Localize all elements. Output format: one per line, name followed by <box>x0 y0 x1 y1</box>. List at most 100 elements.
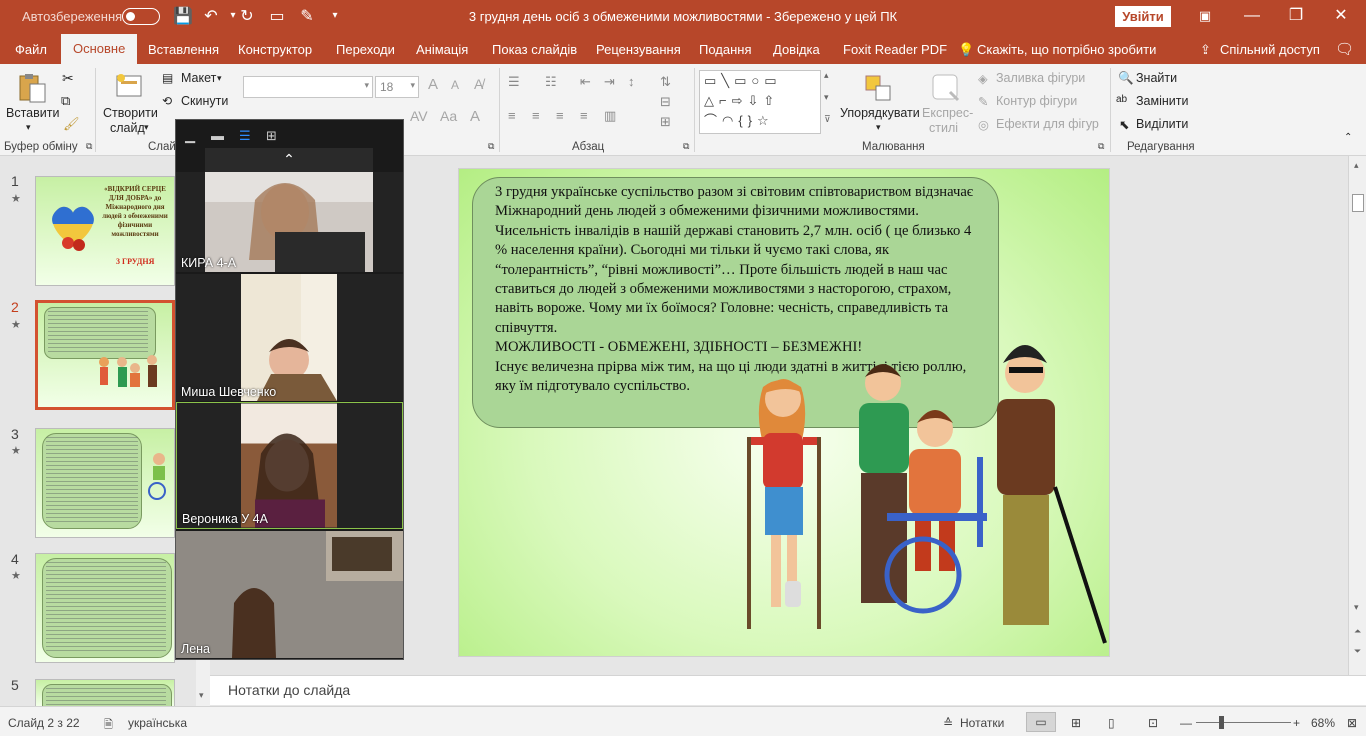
notes-placeholder[interactable]: Нотатки до слайда <box>228 682 350 698</box>
font-dropdown-icon[interactable]: ▾ <box>364 80 369 91</box>
grow-font-icon[interactable]: A <box>428 76 438 93</box>
participant-tile-3-active-speaker[interactable]: Вероника У 4А <box>176 402 403 529</box>
line-spacing-icon[interactable]: ↕ <box>628 74 635 89</box>
current-slide[interactable]: 3 грудня українське суспільство разом зі… <box>458 168 1110 657</box>
text-direction-icon[interactable]: ⇅ <box>660 74 671 90</box>
slideshow-view-icon[interactable]: ⊡ <box>1148 716 1158 730</box>
reset-icon[interactable]: ⟲ <box>162 94 172 108</box>
autosave-toggle[interactable] <box>122 8 160 25</box>
zoom-slider-track[interactable] <box>1196 722 1291 723</box>
thumbnails-scroll-down-icon[interactable]: ▾ <box>199 690 204 701</box>
tab-slideshow[interactable]: Показ слайдів <box>492 42 577 57</box>
tab-design[interactable]: Конструктор <box>238 42 312 57</box>
slide-thumbnail-1[interactable]: «ВІДКРИЙ СЕРЦЕ ДЛЯ ДОБРА» до Міжнародног… <box>35 176 175 286</box>
shapes-scroll-up-icon[interactable]: ▴ <box>824 70 829 81</box>
scroll-up-icon[interactable]: ▴ <box>1354 160 1359 171</box>
drawing-launcher-icon[interactable]: ⧉ <box>1098 141 1104 152</box>
shape-effects-button[interactable]: Ефекти для фігур <box>996 117 1099 131</box>
gallery-view-icon[interactable]: ⊞ <box>266 128 277 144</box>
comments-icon[interactable]: 🗨 <box>1335 40 1354 58</box>
zoom-out-button[interactable]: — <box>1180 716 1192 730</box>
font-launcher-icon[interactable]: ⧉ <box>488 141 494 152</box>
char-spacing-icon[interactable]: AV <box>410 108 428 124</box>
clipboard-launcher-icon[interactable]: ⧉ <box>86 141 92 152</box>
ribbon-display-icon[interactable]: ▣ <box>1185 4 1225 30</box>
columns-icon[interactable]: ▥ <box>604 108 616 124</box>
participant-tile-1[interactable]: КИРА 4-А <box>176 172 403 272</box>
customize-qat-icon[interactable]: ▾ <box>324 10 346 21</box>
justify-icon[interactable]: ≡ <box>580 108 588 123</box>
strip-view-icon[interactable]: ☰ <box>239 128 251 144</box>
shape-outline-icon[interactable]: ✎ <box>978 94 988 109</box>
normal-view-icon[interactable]: ▭ <box>1026 712 1056 732</box>
tab-animations[interactable]: Анімація <box>416 42 468 57</box>
shapes-gallery[interactable]: ▭╲▭○▭ △⌐⇨⇩⇧ ⌒◠{}☆ <box>699 70 821 134</box>
shapes-scroll-down-icon[interactable]: ▾ <box>824 92 829 103</box>
present-from-start-icon[interactable]: ▭ <box>266 6 288 26</box>
language-label[interactable]: українська <box>128 716 187 730</box>
layout-dropdown-icon[interactable]: ▾ <box>217 73 222 84</box>
slide-scrollbar[interactable]: ▴ ▾ ⏶ ⏷ <box>1348 156 1366 675</box>
undo-icon[interactable]: ↶ <box>200 6 222 26</box>
touch-mode-icon[interactable]: ✎ <box>296 6 318 26</box>
paste-label[interactable]: Вставити <box>6 106 59 120</box>
participant-tile-4[interactable]: Лена <box>176 531 403 658</box>
slide-thumbnail-4[interactable] <box>35 553 175 663</box>
shrink-font-icon[interactable]: A <box>451 78 459 92</box>
slide-thumbnail-2[interactable] <box>35 300 175 410</box>
shape-fill-icon[interactable]: ◈ <box>978 71 988 86</box>
fit-to-window-icon[interactable]: ⊠ <box>1347 716 1357 730</box>
new-slide-label-1[interactable]: Створити <box>103 106 158 120</box>
scroll-thumb[interactable] <box>1352 194 1364 212</box>
new-slide-label-2[interactable]: слайд <box>110 121 145 135</box>
participant-tile-2[interactable]: Миша Шевченко <box>176 274 403 401</box>
arrange-icon[interactable] <box>862 72 894 104</box>
tab-home[interactable]: Основне <box>61 34 138 64</box>
restore-button[interactable]: ❐ <box>1276 4 1316 30</box>
zoom-in-button[interactable]: + <box>1293 716 1300 730</box>
select-icon[interactable]: ⬉ <box>1119 117 1129 132</box>
arrange-dropdown-icon[interactable]: ▾ <box>876 122 881 133</box>
next-slide-icon[interactable]: ⏷ <box>1354 646 1361 657</box>
tab-review[interactable]: Рецензування <box>596 42 681 57</box>
new-slide-dropdown-icon[interactable]: ▾ <box>144 122 149 133</box>
zoom-level[interactable]: 68% <box>1311 716 1335 730</box>
active-speaker-view-icon[interactable]: ▬ <box>211 128 224 143</box>
paste-icon[interactable] <box>16 72 48 104</box>
new-slide-icon[interactable] <box>114 70 146 102</box>
save-icon[interactable]: 💾 <box>172 6 194 26</box>
font-color-icon[interactable]: A <box>470 108 480 125</box>
quick-styles-icon[interactable] <box>930 72 962 104</box>
collapse-ribbon-icon[interactable]: ⌃ <box>1344 132 1352 143</box>
find-icon[interactable]: 🔍 <box>1118 71 1134 86</box>
reset-button[interactable]: Скинути <box>181 94 228 108</box>
scroll-down-icon[interactable]: ▾ <box>1354 602 1359 613</box>
redo-icon[interactable]: ↻ <box>236 6 258 26</box>
increase-indent-icon[interactable]: ⇥ <box>604 74 615 90</box>
quick-styles-label-1[interactable]: Експрес- <box>922 106 973 120</box>
tab-help[interactable]: Довідка <box>773 42 820 57</box>
notes-toggle-button[interactable]: Нотатки <box>960 716 1004 730</box>
cut-icon[interactable]: ✂ <box>62 70 74 87</box>
tab-transitions[interactable]: Переходи <box>336 42 395 57</box>
tab-file[interactable]: Файл <box>15 42 47 57</box>
align-left-icon[interactable]: ≡ <box>508 108 516 123</box>
shape-effects-icon[interactable]: ◎ <box>978 117 989 132</box>
shape-fill-button[interactable]: Заливка фігури <box>996 71 1085 85</box>
share-button[interactable]: Спільний доступ <box>1220 42 1320 57</box>
layout-icon[interactable]: ▤ <box>162 71 173 85</box>
align-text-icon[interactable]: ⊟ <box>660 94 671 110</box>
clear-format-icon[interactable]: A̸ <box>474 76 483 92</box>
paste-dropdown-icon[interactable]: ▾ <box>26 122 31 133</box>
align-right-icon[interactable]: ≡ <box>556 108 564 123</box>
tab-view[interactable]: Подання <box>699 42 752 57</box>
minimize-button[interactable]: — <box>1232 4 1272 30</box>
notes-pane[interactable]: Нотатки до слайда <box>210 675 1366 705</box>
select-button[interactable]: Виділити <box>1136 117 1188 131</box>
decrease-indent-icon[interactable]: ⇤ <box>580 74 591 90</box>
find-button[interactable]: Знайти <box>1136 71 1177 85</box>
numbering-icon[interactable]: ☷ <box>545 74 557 90</box>
change-case-icon[interactable]: Aa <box>440 108 457 124</box>
slide-thumbnail-5[interactable] <box>35 679 175 707</box>
tab-foxit[interactable]: Foxit Reader PDF <box>843 42 947 57</box>
